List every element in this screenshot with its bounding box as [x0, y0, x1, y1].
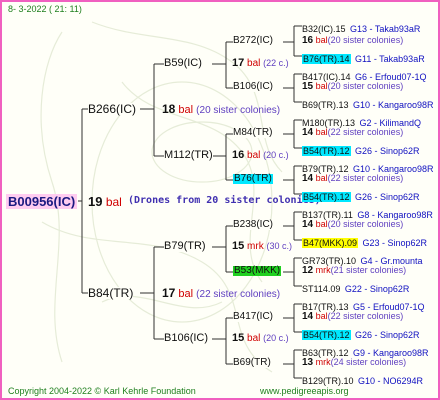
gen3-year: 15: [232, 332, 245, 344]
gen5-entry: B54(TR).12 G26 - Sinop62R: [302, 188, 420, 204]
gen5-entry: B69(TR).13 G10 - Kangaroo98R: [302, 96, 434, 112]
gen4-unit: bal: [315, 35, 328, 45]
gen3-unit: mrk: [247, 241, 264, 252]
copyright-notice: Copyright 2004-2022 © Karl Kehrle Founda…: [8, 386, 196, 396]
gen5-entry: B76(TR).14 G11 - Takab93aR: [302, 50, 425, 66]
gen3-note: (30 c.): [266, 241, 292, 251]
gen3-unit: bal: [247, 333, 261, 344]
gen2-queen-id[interactable]: B266(IC): [88, 103, 137, 115]
gen3-queen-id[interactable]: B106(IC): [164, 333, 209, 344]
gen5-info: G4 - Gr.mounta: [360, 256, 423, 266]
gen5-info: G26 - Sinop62R: [354, 146, 420, 156]
gen2-year: 17: [162, 286, 176, 300]
gen3-unit: bal: [247, 58, 261, 69]
gen5-info: G10 - Kangaroo98R: [352, 100, 434, 110]
gen4-queen-id[interactable]: B238(IC): [233, 220, 274, 230]
gen3-year: 16: [232, 149, 245, 161]
gen3-year-info: 17 bal (22 c.): [232, 58, 289, 69]
gen3-year-info: 15 mrk (30 c.): [232, 241, 292, 252]
gen5-entry: B79(TR).12 G10 - Kangaroo98R: [302, 160, 434, 176]
gen5-queen-id[interactable]: B63(TR).12: [302, 348, 349, 358]
gen3-unit: bal: [247, 150, 261, 161]
gen5-queen-id[interactable]: B129(TR).10: [302, 376, 354, 386]
gen2-note: (20 sister colonies): [196, 105, 281, 116]
gen5-entry: GR73(TR).10 G4 - Gr.mounta: [302, 252, 423, 268]
gen2-note: (22 sister colonies): [196, 289, 281, 300]
gen5-entry: B54(TR).12 G26 - Sinop62R: [302, 326, 420, 342]
gen5-queen-id[interactable]: B17(TR).13: [302, 302, 349, 312]
gen4-year-info: 16 bal(20 sister colonies): [302, 36, 403, 46]
gen5-entry: B63(TR).12 G9 - Kangaroo98R: [302, 344, 429, 360]
gen3-queen-id[interactable]: B79(TR): [164, 241, 206, 252]
gen3-year-info: 16 bal (20 c.): [232, 150, 289, 161]
website-link[interactable]: www.pedigreeapis.org: [260, 387, 349, 396]
root-unit: bal: [105, 195, 122, 209]
gen3-year-info: 15 bal (20 c.): [232, 333, 289, 344]
gen5-queen-id[interactable]: B47(MKK).09: [302, 238, 359, 248]
gen5-entry: B47(MKK).09 G23 - Sinop62R: [302, 234, 427, 250]
gen5-entry: B417(IC).14 G6 - Erfoud07-1Q: [302, 68, 427, 84]
gen5-entry: B137(TR).11 G8 - Kangaroo98R: [302, 206, 433, 222]
gen5-info: G2 - KilimandQ: [359, 118, 421, 128]
gen5-info: G8 - Kangaroo98R: [357, 210, 433, 220]
root-year-info: 19 bal: [88, 195, 122, 208]
gen3-note: (20 c.): [263, 333, 289, 343]
root-drone-note: (Drones from 20 sister colonies): [128, 195, 321, 206]
gen5-info: G11 - Takab93aR: [354, 54, 425, 64]
gen5-info: G23 - Sinop62R: [362, 238, 428, 248]
gen5-queen-id[interactable]: B54(TR).12: [302, 330, 351, 340]
gen2-unit: bal: [178, 288, 194, 300]
gen4-queen-id[interactable]: B106(IC): [233, 82, 274, 92]
gen5-info: G5 - Erfoud07-1Q: [352, 302, 425, 312]
gen4-queen-id[interactable]: B69(TR): [233, 358, 271, 368]
root-queen-id[interactable]: B00956(IC): [6, 194, 78, 209]
gen5-queen-id[interactable]: B137(TR).11: [302, 210, 353, 220]
gen3-note: (20 c.): [263, 150, 289, 160]
gen2-unit: bal: [178, 104, 194, 116]
gen5-queen-id[interactable]: B32(IC).15: [302, 24, 346, 34]
gen5-entry: B32(IC).15 G13 - Takab93aR: [302, 20, 420, 36]
gen5-info: G13 - Takab93aR: [349, 24, 421, 34]
gen5-queen-id[interactable]: B417(IC).14: [302, 72, 351, 82]
gen3-note: (22 c.): [263, 58, 289, 68]
gen5-info: G10 - NO6294R: [357, 376, 424, 386]
gen5-entry: M180(TR).13 G2 - KilimandQ: [302, 114, 421, 130]
gen5-queen-id[interactable]: B54(TR).12: [302, 146, 351, 156]
gen5-entry: B17(TR).13 G5 - Erfoud07-1Q: [302, 298, 425, 314]
gen3-queen-id[interactable]: B59(IC): [164, 58, 202, 69]
gen3-year: 15: [232, 240, 245, 252]
gen5-queen-id[interactable]: B54(TR).12: [302, 192, 351, 202]
gen5-queen-id[interactable]: M180(TR).13: [302, 118, 355, 128]
gen2-year: 18: [162, 102, 176, 116]
gen5-info: G26 - Sinop62R: [354, 192, 420, 202]
gen4-queen-id[interactable]: B272(IC): [233, 36, 274, 46]
gen4-note: (20 sister colonies): [327, 35, 404, 45]
date-stamp: 8- 3-2022 ( 21: 11): [8, 4, 82, 14]
gen5-queen-id[interactable]: B79(TR).12: [302, 164, 349, 174]
gen4-queen-id[interactable]: M84(TR): [233, 128, 273, 138]
gen4-queen-id[interactable]: B53(MKK): [233, 266, 282, 276]
pedigree-chart: 8- 3-2022 ( 21: 11) B00956(IC) 19 bal (D…: [0, 0, 440, 400]
gen4-queen-id[interactable]: B417(IC): [233, 312, 274, 322]
gen4-queen-id[interactable]: B76(TR): [233, 174, 273, 184]
gen5-info: G26 - Sinop62R: [354, 330, 420, 340]
gen5-info: G9 - Kangaroo98R: [352, 348, 429, 358]
gen5-queen-id[interactable]: B69(TR).13: [302, 100, 349, 110]
gen2-queen-id[interactable]: B84(TR): [88, 287, 134, 299]
root-year: 19: [88, 194, 103, 209]
gen2-year-info: 18 bal (20 sister colonies): [162, 103, 280, 116]
gen4-year: 16: [302, 35, 314, 46]
gen3-queen-id[interactable]: M112(TR): [164, 150, 213, 161]
gen5-entry: B54(TR).12 G26 - Sinop62R: [302, 142, 420, 158]
gen5-queen-id[interactable]: B76(TR).14: [302, 54, 351, 64]
gen5-info: G10 - Kangaroo98R: [352, 164, 434, 174]
gen5-queen-id[interactable]: GR73(TR).10: [302, 256, 356, 266]
gen5-info: G22 - Sinop62R: [344, 284, 410, 294]
gen5-queen-id[interactable]: ST114.09: [302, 284, 340, 294]
gen2-year-info: 17 bal (22 sister colonies): [162, 287, 280, 300]
gen3-year: 17: [232, 57, 245, 69]
gen5-entry: ST114.09 G22 - Sinop62R: [302, 280, 409, 296]
gen5-info: G6 - Erfoud07-1Q: [354, 72, 427, 82]
